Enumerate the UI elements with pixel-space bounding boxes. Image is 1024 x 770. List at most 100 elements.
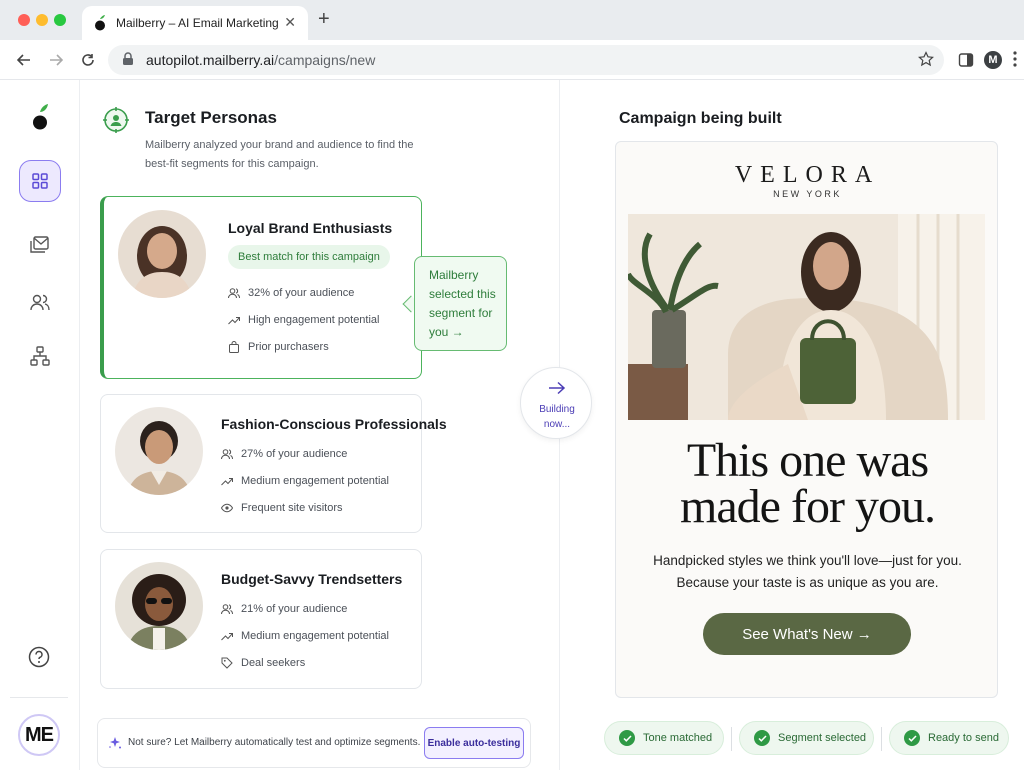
persona-stat-behavior: Frequent site visitors <box>221 502 342 514</box>
user-avatar[interactable]: ME <box>18 714 60 756</box>
back-icon[interactable] <box>14 50 34 70</box>
lock-icon <box>123 52 133 65</box>
best-match-badge: Best match for this campaign <box>228 245 390 269</box>
check-icon <box>619 730 635 746</box>
grid-icon <box>32 173 48 189</box>
sidebar-divider <box>10 697 68 698</box>
reload-icon[interactable] <box>78 50 98 70</box>
trend-up-icon <box>228 317 240 325</box>
persona-stat-audience: 21% of your audience <box>221 603 347 615</box>
persona-name: Loyal Brand Enthusiasts <box>228 220 393 236</box>
persona-stat-text: 21% of your audience <box>241 603 348 615</box>
persona-stat-audience: 32% of your audience <box>228 287 354 299</box>
status-label: Ready to send <box>928 732 999 744</box>
persona-stat-text: Deal seekers <box>241 657 306 669</box>
target-persona-icon <box>103 107 129 133</box>
arrow-right-icon <box>549 381 566 395</box>
status-pill-ready: Ready to send <box>889 721 1009 755</box>
status-label: Tone matched <box>643 732 713 744</box>
email-headline: This one was made for you. <box>616 434 997 531</box>
mailberry-logo-icon[interactable] <box>31 102 49 132</box>
help-icon[interactable] <box>28 646 50 668</box>
profile-avatar[interactable]: M <box>984 51 1002 69</box>
tab-close-icon[interactable]: ✕ <box>284 14 296 31</box>
users-icon <box>221 449 233 460</box>
tooltip-line: selected this <box>429 287 496 301</box>
selection-tooltip: Mailberry selected this segment for you … <box>414 256 507 351</box>
auto-testing-bar: Not sure? Let Mailberry automatically te… <box>97 718 531 768</box>
brand-location: NEW YORK <box>773 189 842 199</box>
building-line: now... <box>543 419 571 430</box>
persona-stat-text: Prior purchasers <box>248 341 329 353</box>
check-icon <box>754 730 770 746</box>
new-tab-icon[interactable]: + <box>318 9 330 29</box>
persona-stat-engagement: Medium engagement potential <box>221 475 389 487</box>
personas-description: Mailberry analyzed your brand and audien… <box>145 139 414 170</box>
users-icon <box>221 604 233 615</box>
persona-card-budget-savvy-trendsetters[interactable]: Budget-Savvy Trendsetters 21% of your au… <box>100 549 422 689</box>
persona-stat-text: 32% of your audience <box>248 287 355 299</box>
persona-stat-text: Frequent site visitors <box>241 502 343 514</box>
persona-stat-text: High engagement potential <box>248 314 380 326</box>
persona-stat-behavior: Deal seekers <box>221 657 305 669</box>
address-bar: autopilot.mailberry.ai/campaigns/new M <box>0 40 1024 80</box>
mail-icon <box>30 236 49 253</box>
status-pill-tone: Tone matched <box>604 721 724 755</box>
persona-stat-engagement: Medium engagement potential <box>221 630 389 642</box>
sidebar-item-dashboard[interactable] <box>19 160 61 202</box>
email-subtext: Handpicked styles we think you'll love—j… <box>653 553 962 568</box>
personas-title: Target Personas <box>145 108 277 127</box>
building-indicator: Building now... <box>520 367 592 439</box>
persona-stat-text: Medium engagement potential <box>241 475 389 487</box>
forward-icon[interactable] <box>46 50 66 70</box>
eye-icon <box>221 503 233 513</box>
url-field[interactable]: autopilot.mailberry.ai/campaigns/new <box>108 45 944 75</box>
campaign-preview-title: Campaign being built <box>619 110 782 127</box>
sidebar-item-audience[interactable] <box>19 281 61 323</box>
more-menu-icon[interactable] <box>1012 50 1018 68</box>
tooltip-line: segment for <box>429 306 493 320</box>
persona-stat-audience: 27% of your audience <box>221 448 347 460</box>
browser-tab[interactable]: Mailberry – AI Email Marketing ✕ <box>82 6 308 40</box>
sidebar-item-campaigns[interactable] <box>19 224 61 266</box>
side-panel-icon[interactable] <box>958 52 974 68</box>
building-status-text: Building now... <box>521 402 593 432</box>
close-window-button[interactable] <box>18 14 30 26</box>
persona-photo <box>115 562 203 650</box>
tag-icon <box>221 657 233 669</box>
status-divider <box>881 727 882 751</box>
status-divider <box>731 727 732 751</box>
browser-tab-bar: Mailberry – AI Email Marketing ✕ + <box>0 0 1024 40</box>
persona-name: Budget-Savvy Trendsetters <box>221 571 403 587</box>
building-line: Building <box>539 404 575 415</box>
hierarchy-icon <box>30 346 50 366</box>
maximize-window-button[interactable] <box>54 14 66 26</box>
persona-photo <box>118 210 206 298</box>
shopping-bag-icon <box>229 341 239 353</box>
see-whats-new-button[interactable]: See What's New → <box>703 613 911 655</box>
users-icon <box>228 288 240 299</box>
persona-photo <box>115 407 203 495</box>
trend-up-icon <box>221 633 233 641</box>
check-icon <box>904 730 920 746</box>
tab-title: Mailberry – AI Email Marketing <box>116 16 279 30</box>
headline-line: This one was <box>686 434 929 487</box>
auto-testing-prompt: Not sure? Let Mailberry automatically te… <box>128 737 421 748</box>
target-personas-panel: Target Personas Mailberry analyzed your … <box>80 80 560 770</box>
brand-logo-text: VELORA <box>734 162 881 188</box>
minimize-window-button[interactable] <box>36 14 48 26</box>
bookmark-star-icon[interactable] <box>918 51 934 67</box>
email-subtext: Because your taste is as unique as you a… <box>676 575 939 590</box>
sidebar-item-flows[interactable] <box>19 335 61 377</box>
email-preview: VELORA NEW YORK This one was made for yo… <box>615 141 998 698</box>
url-host: autopilot.mailberry.ai <box>146 52 275 68</box>
users-icon <box>30 294 50 311</box>
sparkle-icon <box>109 737 121 749</box>
persona-card-loyal-brand-enthusiasts[interactable]: Loyal Brand Enthusiasts Best match for t… <box>100 196 422 379</box>
status-label: Segment selected <box>778 732 867 744</box>
mailberry-favicon-icon <box>95 15 105 31</box>
tooltip-line: you → <box>429 325 464 339</box>
url-path: /campaigns/new <box>274 52 376 68</box>
enable-auto-testing-button[interactable]: Enable auto-testing <box>424 727 524 759</box>
persona-card-fashion-conscious-professionals[interactable]: Fashion-Conscious Professionals 27% of y… <box>100 394 447 533</box>
